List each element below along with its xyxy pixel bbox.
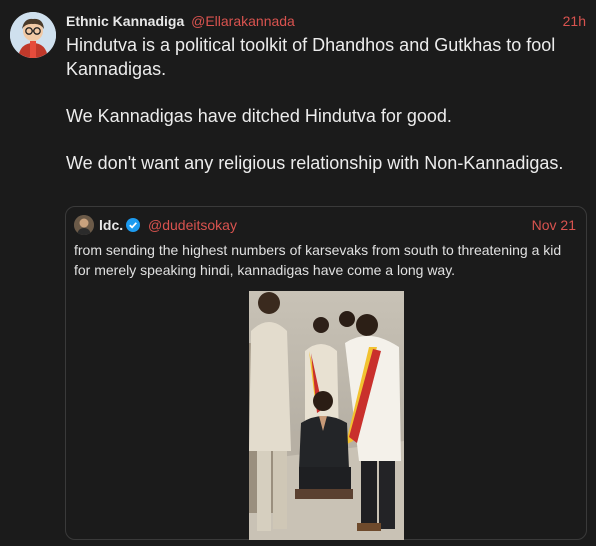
author-name[interactable]: Ethnic Kannadiga: [66, 13, 184, 29]
quoted-author-name[interactable]: ldc.: [99, 217, 123, 233]
verified-badge-icon: [126, 218, 141, 232]
tweet-paragraph: We Kannadigas have ditched Hindutva for …: [66, 106, 452, 126]
tweet-paragraph: Hindutva is a political toolkit of Dhand…: [66, 35, 556, 79]
author-avatar[interactable]: [10, 12, 56, 58]
quoted-media-video[interactable]: [249, 291, 404, 540]
tweet-header: Ethnic Kannadiga @Ellarakannada 21h: [66, 12, 586, 32]
quoted-header: ldc. @dudeitsokay Nov 21: [99, 216, 576, 234]
tweet-timestamp[interactable]: 21h: [563, 12, 586, 30]
author-handle[interactable]: @Ellarakannada: [191, 13, 295, 29]
quoted-author-handle[interactable]: @dudeitsokay: [148, 217, 237, 233]
quoted-timestamp[interactable]: Nov 21: [532, 216, 576, 234]
quoted-tweet[interactable]: ldc. @dudeitsokay Nov 21 from sending th…: [65, 206, 587, 540]
quoted-author-avatar[interactable]: [74, 215, 94, 235]
tweet-paragraph: We don't want any religious relationship…: [66, 153, 564, 173]
tweet-card[interactable]: Ethnic Kannadiga @Ellarakannada 21h Hind…: [0, 0, 596, 546]
quoted-text: from sending the highest numbers of kars…: [74, 242, 562, 278]
tweet-body: Hindutva is a political toolkit of Dhand…: [66, 33, 576, 198]
media-photo-illustration: [249, 291, 404, 540]
author-avatar-illustration: [10, 12, 56, 58]
quoted-avatar-illustration: [74, 215, 94, 235]
